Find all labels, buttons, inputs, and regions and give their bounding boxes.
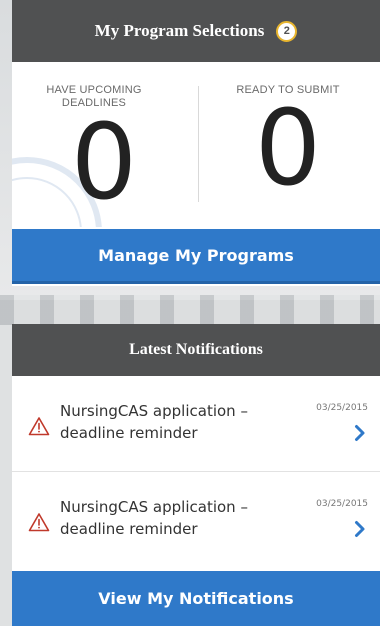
manage-programs-button[interactable]: Manage My Programs: [12, 229, 380, 284]
notification-text: NursingCAS application – deadline remind…: [60, 402, 248, 442]
stat-upcoming-deadlines: HAVE UPCOMING DEADLINES 0: [12, 84, 196, 223]
selection-stats: HAVE UPCOMING DEADLINES 0 READY TO SUBMI…: [12, 62, 380, 227]
stat-value: 0: [70, 101, 138, 223]
notification-date: 03/25/2015: [316, 403, 368, 413]
notification-item[interactable]: NursingCAS application – deadline remind…: [12, 376, 380, 472]
notifications-panel: Latest Notifications NursingCAS applicat…: [12, 324, 380, 626]
stat-value: 0: [254, 87, 322, 209]
notification-date: 03/25/2015: [316, 499, 368, 509]
stat-ready-to-submit: READY TO SUBMIT 0: [196, 84, 380, 209]
program-selections-header: My Program Selections 2: [12, 0, 380, 62]
warning-triangle-icon: [28, 417, 50, 436]
chevron-right-icon[interactable]: [354, 424, 366, 442]
notification-list: NursingCAS application – deadline remind…: [12, 376, 380, 568]
notification-item[interactable]: NursingCAS application – deadline remind…: [12, 472, 380, 568]
selection-count-badge: 2: [276, 20, 298, 42]
warning-triangle-icon: [28, 513, 50, 532]
notifications-title: Latest Notifications: [129, 341, 263, 358]
view-notifications-button[interactable]: View My Notifications: [12, 571, 380, 626]
notifications-header: Latest Notifications: [12, 324, 380, 376]
stats-divider: [198, 86, 199, 202]
background-strip: [0, 295, 380, 325]
program-selections-panel: My Program Selections 2 HAVE UPCOMING DE…: [12, 0, 380, 286]
notification-text: NursingCAS application – deadline remind…: [60, 498, 248, 538]
chevron-right-icon[interactable]: [354, 520, 366, 538]
program-selections-title: My Program Selections: [94, 21, 265, 40]
